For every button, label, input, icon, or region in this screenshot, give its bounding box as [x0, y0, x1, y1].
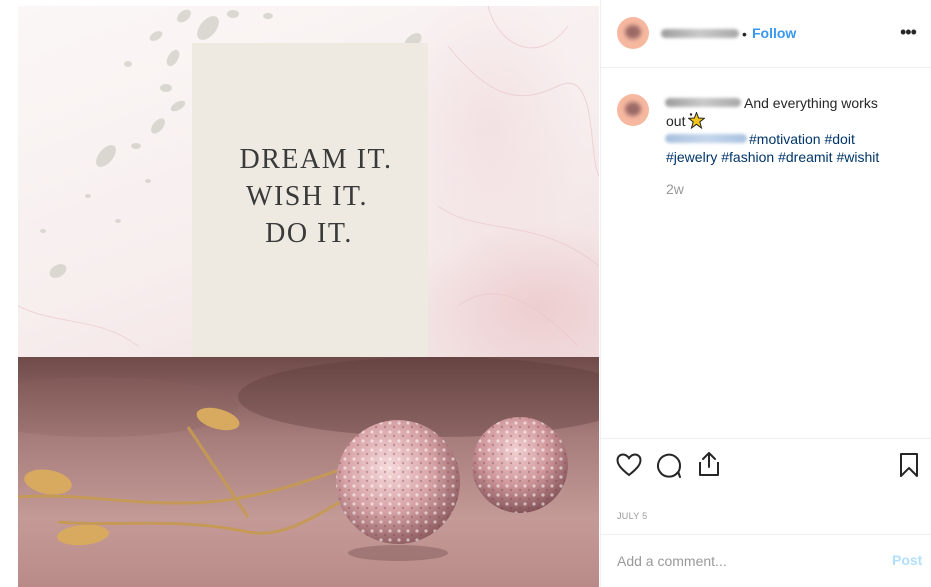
- bookmark-icon[interactable]: [899, 452, 919, 478]
- quote-line-1: DREAM IT.: [239, 143, 393, 175]
- comment-icon[interactable]: [656, 453, 682, 479]
- post-date[interactable]: JULY 5: [617, 511, 647, 521]
- hashtag-jewelry[interactable]: #jewelry: [666, 149, 717, 165]
- caption-avatar[interactable]: [617, 94, 649, 126]
- more-options-icon[interactable]: •••: [900, 22, 917, 43]
- caption-body-2: out: [666, 113, 686, 129]
- earrings-photo: [18, 357, 599, 587]
- post-header: • Follow •••: [601, 0, 931, 68]
- caption-time-ago[interactable]: 2w: [666, 181, 684, 197]
- comment-section: Post: [601, 534, 931, 587]
- hashtag-fashion[interactable]: #fashion: [721, 149, 774, 165]
- hashtag-doit[interactable]: #doit: [824, 131, 854, 147]
- author-username[interactable]: [661, 29, 739, 38]
- hashtag-wishit[interactable]: #wishit: [836, 149, 879, 165]
- post-sidebar: • Follow ••• And everything works out #m…: [600, 0, 931, 587]
- action-bar: JULY 5: [601, 438, 931, 535]
- comment-input[interactable]: [617, 551, 867, 571]
- author-avatar[interactable]: [617, 17, 649, 49]
- post-image[interactable]: DREAM IT. WISH IT. DO IT.: [18, 6, 599, 587]
- quote-card: DREAM IT. WISH IT. DO IT.: [192, 43, 428, 357]
- hashtag-motivation[interactable]: #motivation: [749, 131, 821, 147]
- share-icon[interactable]: [697, 451, 721, 477]
- quote-line-2: WISH IT.: [246, 180, 368, 212]
- post-comment-button[interactable]: Post: [892, 552, 922, 568]
- quote-panel: DREAM IT. WISH IT. DO IT.: [18, 6, 599, 357]
- follow-button[interactable]: Follow: [752, 25, 796, 41]
- caption-area: And everything works out #motivation #do…: [601, 67, 931, 437]
- caption-body-1: And everything works: [744, 95, 878, 111]
- separator-dot: •: [742, 26, 747, 42]
- heart-icon[interactable]: [616, 453, 642, 477]
- quote-line-3: DO IT.: [265, 217, 353, 249]
- sparkle-star-icon: [688, 112, 706, 129]
- caption-text: And everything works out #motivation #do…: [666, 94, 898, 166]
- hashtag-dreamit[interactable]: #dreamit: [778, 149, 832, 165]
